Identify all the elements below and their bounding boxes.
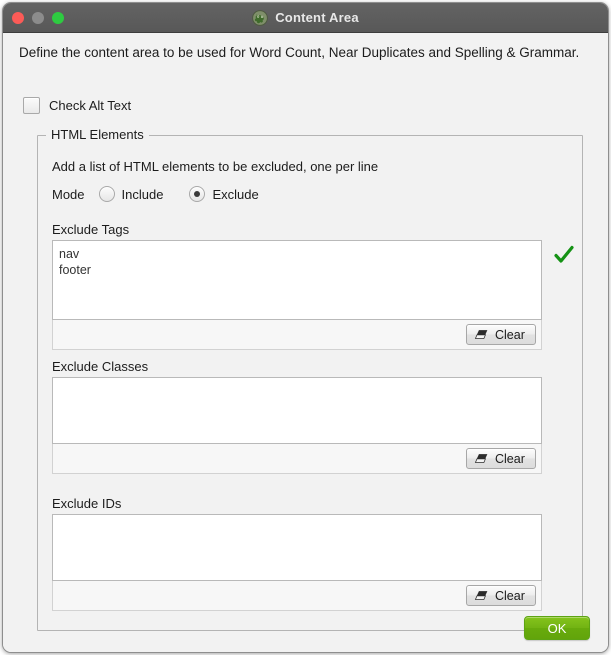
check-alt-text-label: Check Alt Text	[49, 98, 132, 113]
html-elements-group: HTML Elements Add a list of HTML element…	[37, 127, 583, 631]
exclude-classes-field: Exclude Classes Clear	[52, 359, 570, 474]
dialog-body: Define the content area to be used for W…	[3, 33, 608, 652]
exclude-ids-clear-label: Clear	[495, 588, 525, 603]
check-alt-text-row[interactable]: Check Alt Text	[23, 97, 131, 114]
radio-include-label: Include	[121, 186, 164, 202]
exclude-ids-field: Exclude IDs Clear	[52, 496, 570, 611]
mode-label: Mode	[52, 186, 85, 202]
exclude-classes-toolbar: Clear	[52, 444, 542, 474]
exclude-tags-clear-button[interactable]: Clear	[466, 324, 536, 345]
exclude-tags-field: Exclude Tags nav footer Clear	[52, 222, 574, 350]
exclude-classes-clear-button[interactable]: Clear	[466, 448, 536, 469]
radio-exclude-label: Exclude	[212, 186, 259, 202]
exclude-tags-clear-label: Clear	[495, 327, 525, 342]
exclude-tags-editor-wrap: nav footer Clear	[52, 240, 574, 350]
mode-radio-exclude[interactable]: Exclude	[189, 186, 259, 202]
exclude-classes-editor-wrap: Clear	[52, 377, 542, 474]
check-alt-text-checkbox[interactable]	[23, 97, 40, 114]
exclude-classes-input[interactable]	[52, 377, 542, 444]
minimize-button[interactable]	[32, 11, 44, 24]
exclude-ids-label: Exclude IDs	[52, 496, 122, 511]
window-title: Content Area	[275, 10, 359, 25]
zoom-button[interactable]	[52, 11, 64, 24]
title-bar: Content Area	[3, 3, 608, 33]
html-elements-group-title: HTML Elements	[46, 127, 149, 142]
radio-exclude-indicator[interactable]	[189, 186, 206, 202]
frog-icon	[252, 9, 269, 26]
exclude-tags-toolbar: Clear	[52, 320, 542, 350]
title-bar-center: Content Area	[3, 3, 608, 32]
exclude-ids-input[interactable]	[52, 514, 542, 581]
eraser-icon	[474, 454, 488, 463]
radio-include-indicator[interactable]	[98, 186, 115, 202]
ok-button[interactable]: OK	[524, 616, 590, 640]
eraser-icon	[474, 591, 488, 600]
exclude-ids-editor-wrap: Clear	[52, 514, 542, 611]
eraser-icon	[474, 330, 488, 339]
exclude-classes-label: Exclude Classes	[52, 359, 149, 374]
mode-radio-include[interactable]: Include	[98, 186, 164, 202]
check-mark-icon	[554, 245, 574, 263]
exclude-tags-label: Exclude Tags	[52, 222, 130, 237]
exclude-classes-clear-label: Clear	[495, 451, 525, 466]
mode-row: Mode Include Exclude	[52, 186, 285, 202]
exclude-ids-clear-button[interactable]: Clear	[466, 585, 536, 606]
group-hint-text: Add a list of HTML elements to be exclud…	[52, 159, 379, 174]
dialog-window: Content Area Define the content area to …	[2, 2, 609, 653]
intro-text: Define the content area to be used for W…	[19, 45, 580, 60]
exclude-ids-toolbar: Clear	[52, 581, 542, 611]
close-button[interactable]	[12, 11, 24, 24]
exclude-tags-input[interactable]: nav footer	[52, 240, 542, 320]
window-controls	[12, 3, 64, 32]
